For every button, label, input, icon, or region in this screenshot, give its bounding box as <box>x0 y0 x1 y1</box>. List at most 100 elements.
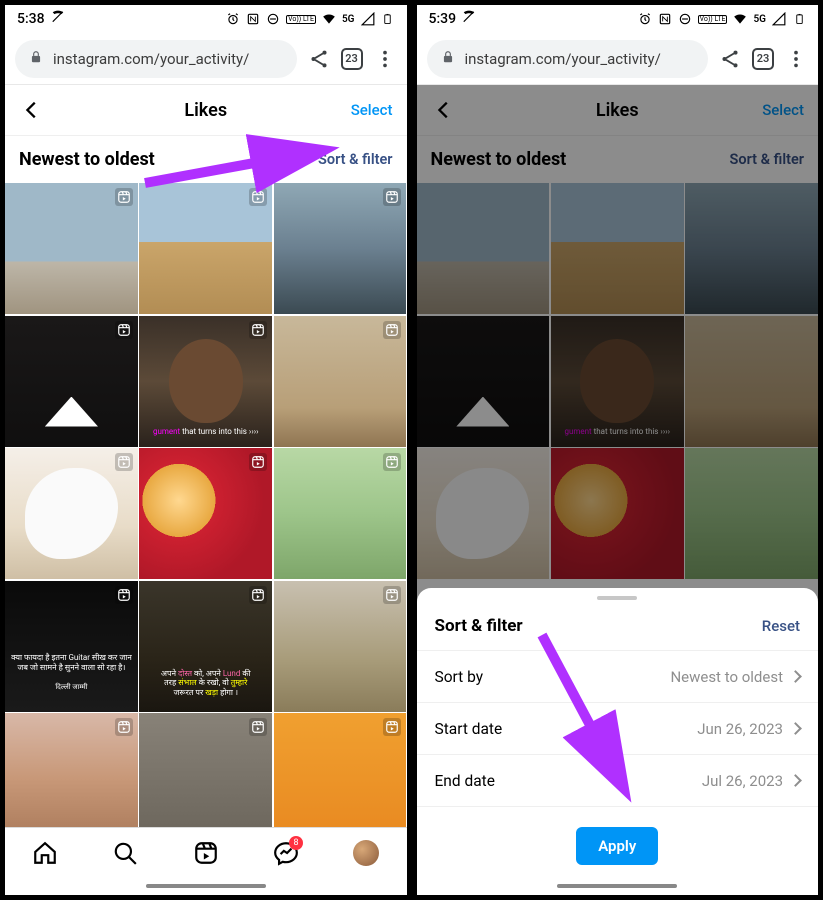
nav-messenger[interactable]: 8 <box>273 840 299 866</box>
sort-filter-link[interactable]: Sort & filter <box>318 151 392 168</box>
wifi-icon <box>733 12 747 26</box>
status-time: 5:38 <box>17 11 45 27</box>
reel-icon <box>383 188 401 206</box>
reel-icon <box>383 586 401 604</box>
caption-overlay: gument that turns into this ›››› <box>145 427 266 437</box>
network-label: 5G <box>342 14 355 25</box>
reel-icon <box>115 188 133 206</box>
dnd-icon <box>266 12 280 26</box>
phone-off-icon <box>51 10 65 28</box>
page-header: Likes Select <box>5 85 407 135</box>
caption-overlay: अपने दोस्त को, अपने Lund कीतरह संभाल के … <box>145 669 266 698</box>
phone-off-icon <box>462 10 476 28</box>
reel-icon <box>115 453 133 471</box>
signal-icon <box>772 12 786 26</box>
url-text: instagram.com/your_activity/ <box>53 50 249 68</box>
volte-icon: Vo)) LTE <box>286 15 316 24</box>
grid-item[interactable] <box>274 448 407 579</box>
page-title: Likes <box>5 100 407 121</box>
grid-item[interactable] <box>5 713 138 827</box>
instagram-bottom-nav: 8 <box>5 827 407 877</box>
alarm-icon <box>638 12 652 26</box>
nav-reels[interactable] <box>193 840 219 866</box>
reel-icon <box>383 453 401 471</box>
sheet-title: Sort & filter <box>435 616 523 636</box>
reel-icon <box>249 321 267 339</box>
grid-item[interactable]: FATTI G##ND <box>274 713 407 827</box>
sort-bar: Newest to oldest Sort & filter <box>5 135 407 183</box>
reel-icon <box>249 453 267 471</box>
battery-icon <box>381 12 395 26</box>
battery-icon <box>792 12 806 26</box>
reel-icon <box>115 321 133 339</box>
grid-item[interactable] <box>274 183 407 314</box>
sheet-handle[interactable] <box>597 596 637 600</box>
back-button[interactable] <box>19 97 45 123</box>
grid-item[interactable] <box>5 183 138 314</box>
reel-icon <box>249 586 267 604</box>
sort-filter-sheet: Sort & filter Reset Sort by Newest to ol… <box>417 588 819 895</box>
nav-home[interactable] <box>32 840 58 866</box>
reel-icon <box>115 586 133 604</box>
more-icon[interactable] <box>373 47 397 71</box>
dnd-icon <box>678 12 692 26</box>
row-label: Start date <box>435 720 503 738</box>
nfc-icon <box>658 12 672 26</box>
browser-address-bar: instagram.com/your_activity/ 23 <box>5 33 407 85</box>
android-status-bar: 5:39 Vo)) LTE 5G <box>417 5 819 33</box>
screenshot-left: 5:38 Vo)) LTE 5G instagram.com/your_acti… <box>0 0 412 900</box>
dm-badge: 8 <box>289 836 303 850</box>
url-field[interactable]: instagram.com/your_activity/ <box>427 40 709 78</box>
android-gesture-bar <box>5 877 407 895</box>
row-label: End date <box>435 772 495 790</box>
caption-overlay: क्या फायदा है इतना Guitar सीख कर जानजब ज… <box>11 653 132 691</box>
volte-icon: Vo)) LTE <box>698 15 728 24</box>
grid-item[interactable] <box>139 713 272 827</box>
tab-switcher[interactable]: 23 <box>341 48 363 70</box>
apply-button[interactable]: Apply <box>576 827 658 865</box>
url-field[interactable]: instagram.com/your_activity/ <box>15 40 297 78</box>
screenshot-right: 5:39 Vo)) LTE 5G instagram.com/your_acti… <box>412 0 823 900</box>
wifi-icon <box>322 12 336 26</box>
android-status-bar: 5:38 Vo)) LTE 5G <box>5 5 407 33</box>
url-text: instagram.com/your_activity/ <box>465 50 661 68</box>
reel-icon <box>383 321 401 339</box>
share-icon[interactable] <box>307 47 331 71</box>
end-date-row[interactable]: End date Jul 26, 2023 <box>417 754 819 806</box>
chevron-right-icon <box>789 670 802 683</box>
status-time: 5:39 <box>429 11 457 27</box>
row-value: Newest to oldest <box>670 668 783 686</box>
reel-icon <box>383 718 401 736</box>
sort-by-row[interactable]: Sort by Newest to oldest <box>417 650 819 702</box>
grid-item[interactable] <box>274 316 407 447</box>
reel-icon <box>249 188 267 206</box>
row-value: Jun 26, 2023 <box>697 720 783 738</box>
more-icon[interactable] <box>784 47 808 71</box>
share-icon[interactable] <box>718 47 742 71</box>
grid-item[interactable]: क्या फायदा है इतना Guitar सीख कर जानजब ज… <box>5 581 138 712</box>
lock-icon <box>29 50 43 68</box>
sort-label: Newest to oldest <box>19 149 155 170</box>
row-value: Jul 26, 2023 <box>702 772 783 790</box>
reel-icon <box>249 718 267 736</box>
nav-search[interactable] <box>112 840 138 866</box>
grid-item[interactable]: अपने दोस्त को, अपने Lund कीतरह संभाल के … <box>139 581 272 712</box>
grid-item[interactable] <box>5 316 138 447</box>
grid-item[interactable]: gument that turns into this ›››› <box>139 316 272 447</box>
network-label: 5G <box>753 14 766 25</box>
avatar <box>353 840 379 866</box>
tab-switcher[interactable]: 23 <box>752 48 774 70</box>
nfc-icon <box>246 12 260 26</box>
reel-icon <box>115 718 133 736</box>
nav-profile[interactable] <box>353 840 379 866</box>
grid-item[interactable] <box>139 183 272 314</box>
grid-item[interactable] <box>274 581 407 712</box>
grid-item[interactable] <box>139 448 272 579</box>
grid-item[interactable] <box>5 448 138 579</box>
select-link[interactable]: Select <box>351 101 393 119</box>
browser-address-bar: instagram.com/your_activity/ 23 <box>417 33 819 85</box>
start-date-row[interactable]: Start date Jun 26, 2023 <box>417 702 819 754</box>
alarm-icon <box>226 12 240 26</box>
chevron-right-icon <box>789 722 802 735</box>
reset-link[interactable]: Reset <box>762 617 800 635</box>
